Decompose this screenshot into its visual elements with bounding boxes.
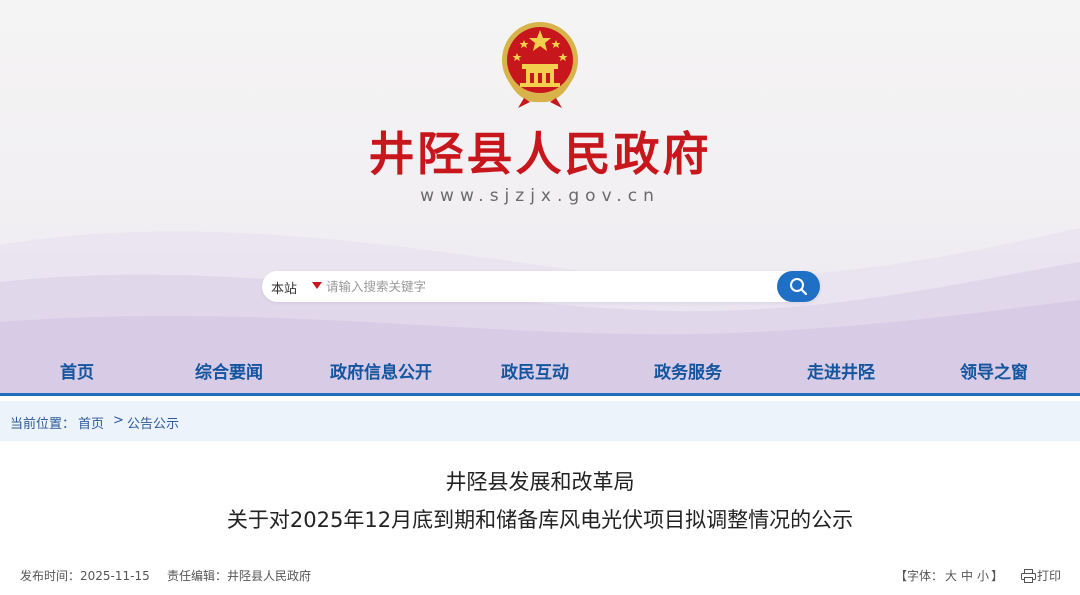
- print-label: 打印: [1037, 569, 1062, 583]
- national-emblem-icon: [502, 22, 578, 108]
- site-url: www.sjzjx.gov.cn: [420, 186, 660, 206]
- site-header: 井陉县人民政府 www.sjzjx.gov.cn 本站 首页 综合要闻 政府信息…: [0, 0, 1080, 395]
- breadcrumb: 当前位置： 首页 > 公告公示: [0, 401, 1080, 441]
- editor-meta: 责任编辑：井陉县人民政府: [167, 567, 311, 584]
- nav-item-news[interactable]: 综合要闻: [195, 358, 263, 383]
- font-large-button[interactable]: 大: [945, 569, 957, 583]
- search-icon: [790, 278, 808, 296]
- main-nav: 首页 综合要闻 政府信息公开 政民互动 政务服务 走进井陉 领导之窗: [0, 352, 1080, 392]
- nav-divider: [0, 393, 1080, 396]
- search-button[interactable]: [777, 271, 820, 302]
- font-size-control: 【字体：大中小】: [895, 567, 1003, 584]
- breadcrumb-prefix: 当前位置：: [10, 417, 76, 432]
- font-medium-button[interactable]: 中: [961, 569, 973, 583]
- nav-item-home[interactable]: 首页: [60, 358, 94, 383]
- editor-name: 井陉县人民政府: [227, 569, 312, 583]
- site-title: 井陉县人民政府: [368, 127, 712, 181]
- font-control-close: 】: [991, 569, 1004, 583]
- print-button[interactable]: 打印: [1021, 567, 1061, 584]
- nav-item-about[interactable]: 走进井陉: [807, 358, 875, 383]
- article-title-line2: 关于对2025年12月底到期和储备库风电光伏项目拟调整情况的公示: [226, 508, 854, 532]
- nav-item-interaction[interactable]: 政民互动: [501, 358, 569, 383]
- printer-icon: [1021, 569, 1036, 583]
- search-scope-select[interactable]: 本站: [271, 278, 297, 297]
- nav-item-services[interactable]: 政务服务: [654, 358, 722, 383]
- breadcrumb-current-link[interactable]: 公告公示: [127, 417, 179, 432]
- search-bar: 本站: [262, 271, 820, 302]
- search-input[interactable]: [326, 275, 766, 298]
- publish-date: 2025-11-15: [80, 569, 150, 583]
- nav-item-leaders[interactable]: 领导之窗: [960, 358, 1028, 383]
- publish-meta: 发布时间：2025-11-15: [20, 567, 150, 584]
- nav-item-gov-info[interactable]: 政府信息公开: [330, 358, 432, 383]
- font-control-open: 【字体：: [895, 569, 944, 583]
- breadcrumb-home-link[interactable]: 首页: [78, 417, 104, 432]
- editor-label: 责任编辑：: [167, 569, 228, 583]
- publish-label: 发布时间：: [20, 569, 81, 583]
- article-title-line1: 井陉县发展和改革局: [445, 470, 635, 494]
- breadcrumb-separator: >: [113, 413, 124, 428]
- caret-down-icon[interactable]: [312, 282, 322, 289]
- font-small-button[interactable]: 小: [977, 569, 989, 583]
